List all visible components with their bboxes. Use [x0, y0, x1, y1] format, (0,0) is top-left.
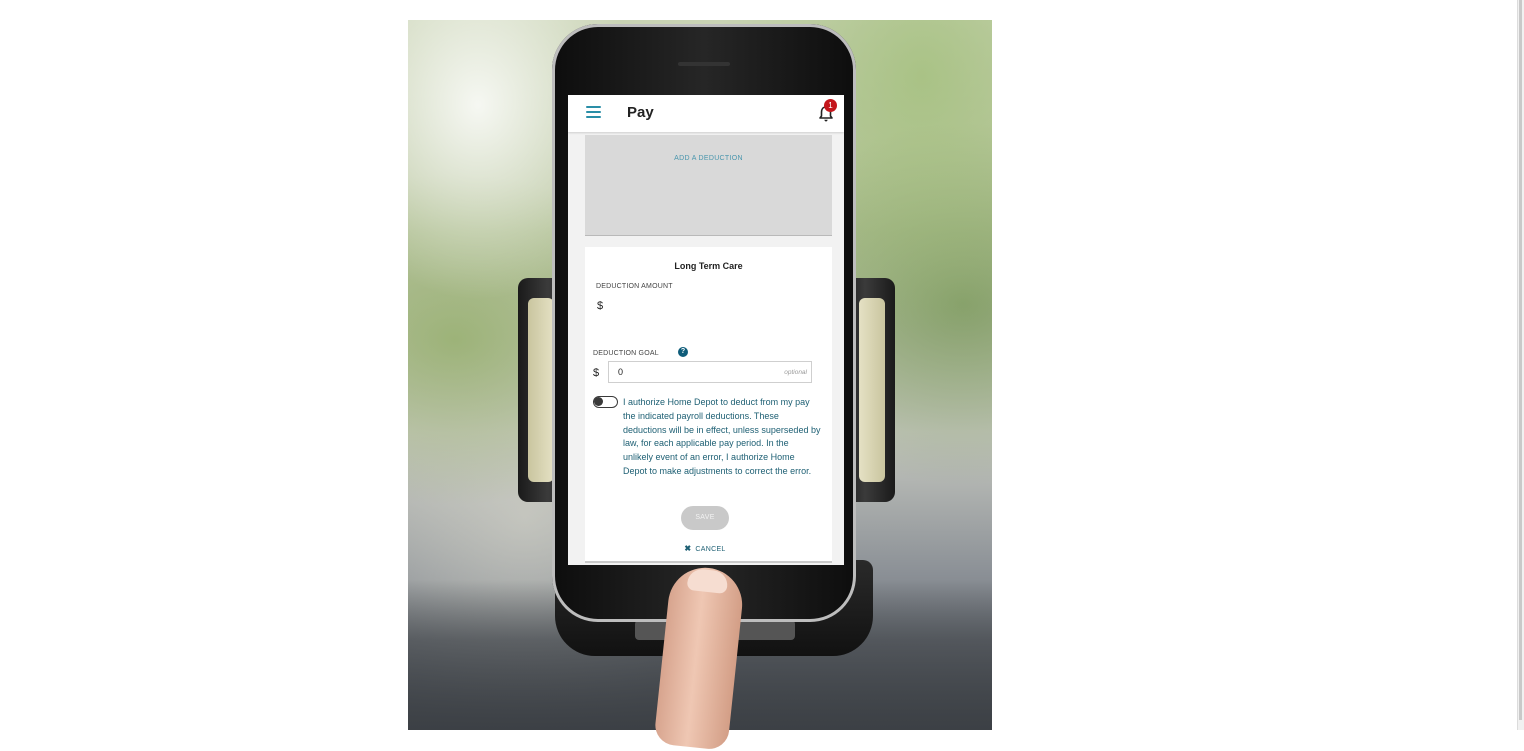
- close-x-icon: ✖: [684, 544, 692, 553]
- deduction-amount-label: DEDUCTION AMOUNT: [596, 283, 673, 290]
- deduction-goal-value: 0: [618, 367, 624, 377]
- deductions-panel: ADD A DEDUCTION: [585, 135, 832, 236]
- deduction-goal-input[interactable]: 0 optional: [608, 361, 812, 383]
- notification-badge: 1: [824, 99, 837, 112]
- add-deduction-link[interactable]: ADD A DEDUCTION: [585, 155, 832, 162]
- deduction-amount-input[interactable]: [609, 299, 823, 317]
- authorization-toggle[interactable]: [593, 396, 618, 408]
- cancel-button[interactable]: ✖ CANCEL: [585, 544, 825, 553]
- authorization-text: I authorize Home Depot to deduct from my…: [623, 397, 821, 476]
- page-scrollbar-thumb[interactable]: [1519, 0, 1522, 720]
- page-scrollbar[interactable]: [1517, 0, 1524, 730]
- page-title: Pay: [627, 104, 654, 121]
- phone-speaker: [678, 62, 730, 66]
- toggle-knob: [594, 397, 603, 406]
- deduction-form-title: Long Term Care: [674, 261, 743, 271]
- deduction-goal-currency: $: [593, 367, 600, 379]
- app-bar: Pay 1: [568, 95, 844, 132]
- deduction-amount-currency: $: [597, 300, 604, 312]
- phone-screen: Pay 1 ADD A DEDUCTION Long Term Care DED…: [568, 95, 844, 565]
- deduction-goal-placeholder: optional: [784, 369, 807, 376]
- save-button[interactable]: SAVE: [681, 506, 729, 530]
- deduction-goal-label: DEDUCTION GOAL: [593, 350, 659, 357]
- deduction-form-card: Long Term Care DEDUCTION AMOUNT $ DEDUCT…: [585, 247, 832, 563]
- hamburger-menu-icon[interactable]: [586, 106, 601, 118]
- question-mark-icon[interactable]: ?: [678, 347, 688, 357]
- cancel-label: CANCEL: [695, 546, 726, 553]
